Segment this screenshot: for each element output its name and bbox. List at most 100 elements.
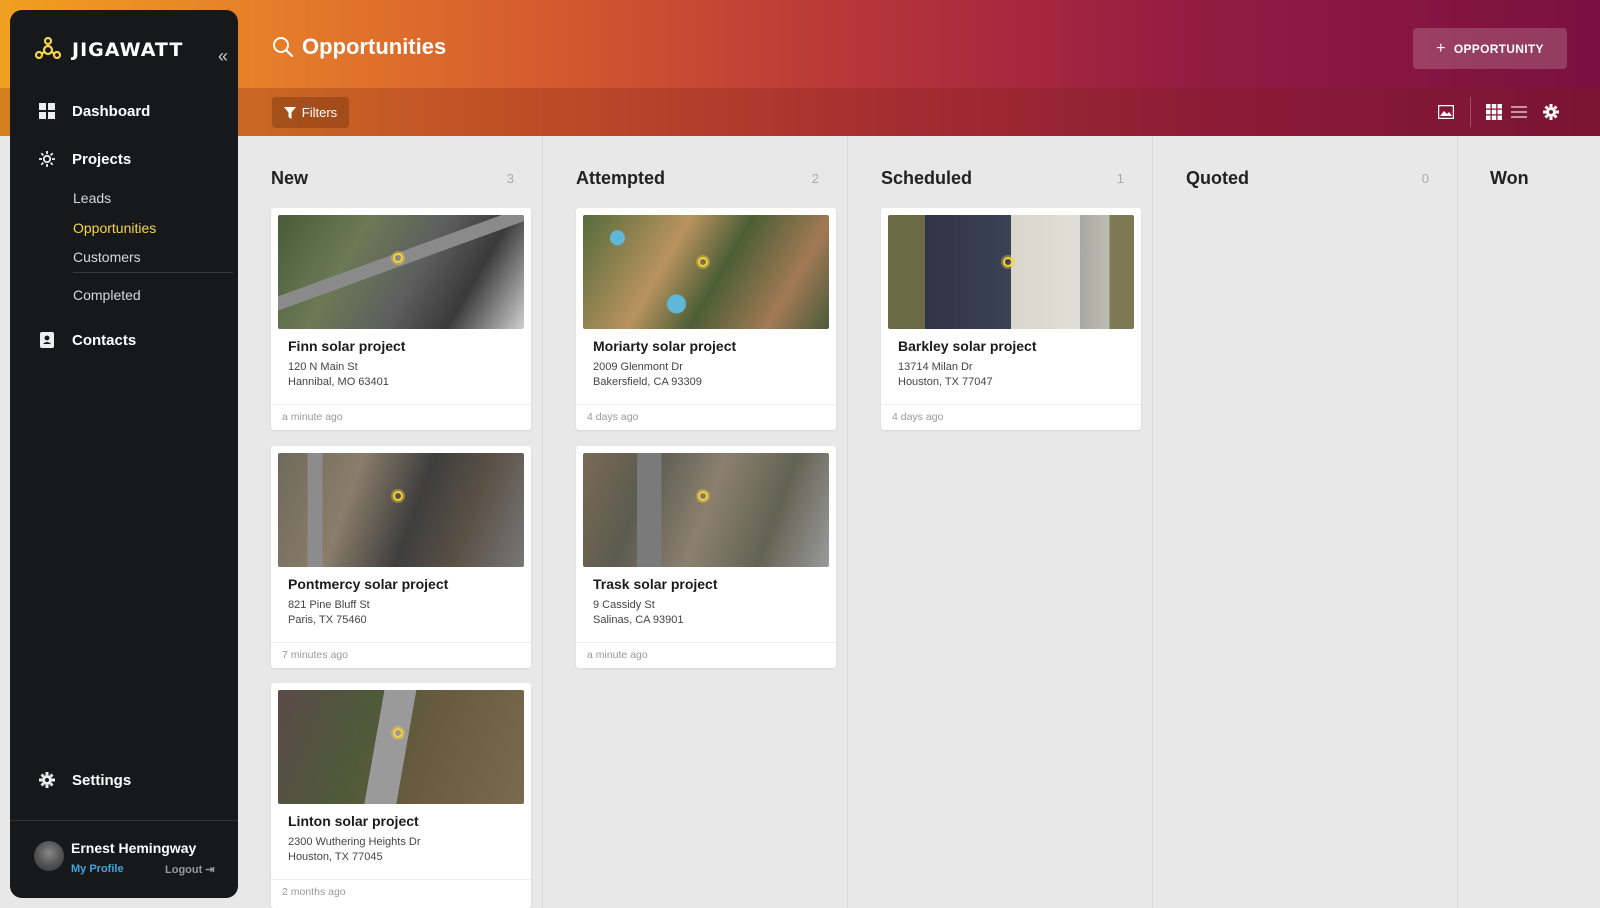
sidebar-item-label: Contacts xyxy=(72,331,137,349)
list-view-icon[interactable] xyxy=(1509,102,1529,122)
satellite-image xyxy=(583,215,829,329)
sidebar-item-settings[interactable]: Settings xyxy=(38,771,131,789)
divider xyxy=(271,879,531,880)
filters-label: Filters xyxy=(301,105,338,120)
filter-icon xyxy=(283,106,296,119)
card-title: Barkley solar project xyxy=(898,338,1037,354)
logout-link[interactable]: Logout ⇥ xyxy=(165,863,215,876)
divider xyxy=(271,404,531,405)
divider xyxy=(73,272,233,273)
card-title: Linton solar project xyxy=(288,813,419,829)
sidebar-item-label: Dashboard xyxy=(72,102,151,120)
opportunity-card[interactable]: Trask solar project 9 Cassidy St Salinas… xyxy=(576,446,836,668)
card-city: Bakersfield, CA 93309 xyxy=(593,376,702,388)
divider xyxy=(881,404,1141,405)
grid-view-icon[interactable] xyxy=(1484,102,1504,122)
logo-icon xyxy=(34,36,62,60)
card-address: 821 Pine Bluff St xyxy=(288,599,370,611)
column-count: 0 xyxy=(1421,171,1429,186)
brand-name: JIGAWATT xyxy=(72,39,184,61)
plus-icon: + xyxy=(1436,39,1446,57)
card-address: 2009 Glenmont Dr xyxy=(593,361,683,373)
gear-icon xyxy=(38,771,56,789)
gear-icon[interactable] xyxy=(1541,102,1561,122)
card-title: Finn solar project xyxy=(288,338,406,354)
card-city: Houston, TX 77047 xyxy=(898,376,993,388)
column-title: New xyxy=(271,168,309,188)
divider xyxy=(1470,97,1471,127)
add-opportunity-label: OPPORTUNITY xyxy=(1453,41,1544,56)
divider xyxy=(576,642,836,643)
image-view-icon[interactable] xyxy=(1436,102,1456,122)
column-title: Won xyxy=(1490,168,1529,188)
search-icon[interactable] xyxy=(272,36,294,58)
satellite-image xyxy=(278,690,524,804)
column-count: 2 xyxy=(811,171,819,186)
location-pin-icon xyxy=(698,491,708,501)
card-address: 2300 Wuthering Heights Dr xyxy=(288,836,421,848)
brand[interactable]: JIGAWATT xyxy=(34,36,183,64)
page-title: Opportunities xyxy=(302,34,447,59)
sidebar-item-customers[interactable]: Customers xyxy=(73,249,141,265)
opportunity-card[interactable]: Finn solar project 120 N Main St Hanniba… xyxy=(271,208,531,430)
card-timestamp: 4 days ago xyxy=(892,411,944,423)
column-count: 3 xyxy=(506,171,514,186)
column-new: New 3 Finn solar project 120 N Main St H… xyxy=(238,136,543,908)
opportunity-card[interactable]: Barkley solar project 13714 Milan Dr Hou… xyxy=(881,208,1141,430)
card-timestamp: 7 minutes ago xyxy=(282,649,348,661)
add-opportunity-button[interactable]: + OPPORTUNITY xyxy=(1413,28,1567,69)
sun-icon xyxy=(38,150,56,168)
card-timestamp: 4 days ago xyxy=(587,411,639,423)
satellite-image xyxy=(278,215,524,329)
sidebar-item-dashboard[interactable]: Dashboard xyxy=(38,102,150,120)
contacts-icon xyxy=(38,331,56,349)
location-pin-icon xyxy=(393,491,403,501)
column-quoted: Quoted 0 xyxy=(1153,136,1458,908)
location-pin-icon xyxy=(1003,257,1013,267)
sidebar-item-opportunities[interactable]: Opportunities xyxy=(73,220,156,236)
card-timestamp: a minute ago xyxy=(282,411,343,423)
opportunity-card[interactable]: Linton solar project 2300 Wuthering Heig… xyxy=(271,683,531,908)
sidebar: JIGAWATT « Dashboard Projects Leads Oppo… xyxy=(10,10,238,898)
divider xyxy=(271,642,531,643)
user-name: Ernest Hemingway xyxy=(71,840,197,856)
collapse-sidebar-icon[interactable]: « xyxy=(218,46,228,67)
card-city: Hannibal, MO 63401 xyxy=(288,376,389,388)
opportunity-card[interactable]: Pontmercy solar project 821 Pine Bluff S… xyxy=(271,446,531,668)
card-city: Salinas, CA 93901 xyxy=(593,614,684,626)
sidebar-item-projects[interactable]: Projects xyxy=(38,150,131,168)
column-attempted: Attempted 2 Moriarty solar project 2009 … xyxy=(543,136,848,908)
my-profile-link[interactable]: My Profile xyxy=(71,863,124,875)
column-title: Scheduled xyxy=(881,168,973,188)
card-address: 120 N Main St xyxy=(288,361,358,373)
logout-icon: ⇥ xyxy=(205,864,215,876)
sidebar-item-completed[interactable]: Completed xyxy=(73,287,141,303)
column-title: Quoted xyxy=(1186,168,1249,188)
location-pin-icon xyxy=(393,728,403,738)
logout-label: Logout xyxy=(165,864,203,876)
card-city: Paris, TX 75460 xyxy=(288,614,367,626)
location-pin-icon xyxy=(393,253,403,263)
filters-button[interactable]: Filters xyxy=(272,97,349,128)
divider xyxy=(10,820,238,821)
sidebar-item-leads[interactable]: Leads xyxy=(73,190,111,206)
satellite-image xyxy=(278,453,524,567)
dashboard-icon xyxy=(38,102,56,120)
column-won: Won xyxy=(1458,136,1600,908)
avatar[interactable] xyxy=(34,841,64,871)
card-city: Houston, TX 77045 xyxy=(288,851,383,863)
divider xyxy=(576,404,836,405)
location-pin-icon xyxy=(698,257,708,267)
satellite-image xyxy=(888,215,1134,329)
card-title: Pontmercy solar project xyxy=(288,576,449,592)
sidebar-item-label: Settings xyxy=(72,771,132,789)
sidebar-item-label: Projects xyxy=(72,150,132,168)
card-address: 9 Cassidy St xyxy=(593,599,655,611)
card-address: 13714 Milan Dr xyxy=(898,361,973,373)
column-count: 1 xyxy=(1116,171,1124,186)
opportunity-card[interactable]: Moriarty solar project 2009 Glenmont Dr … xyxy=(576,208,836,430)
card-title: Trask solar project xyxy=(593,576,718,592)
sidebar-item-contacts[interactable]: Contacts xyxy=(38,331,136,349)
column-scheduled: Scheduled 1 Barkley solar project 13714 … xyxy=(848,136,1153,908)
satellite-image xyxy=(583,453,829,567)
